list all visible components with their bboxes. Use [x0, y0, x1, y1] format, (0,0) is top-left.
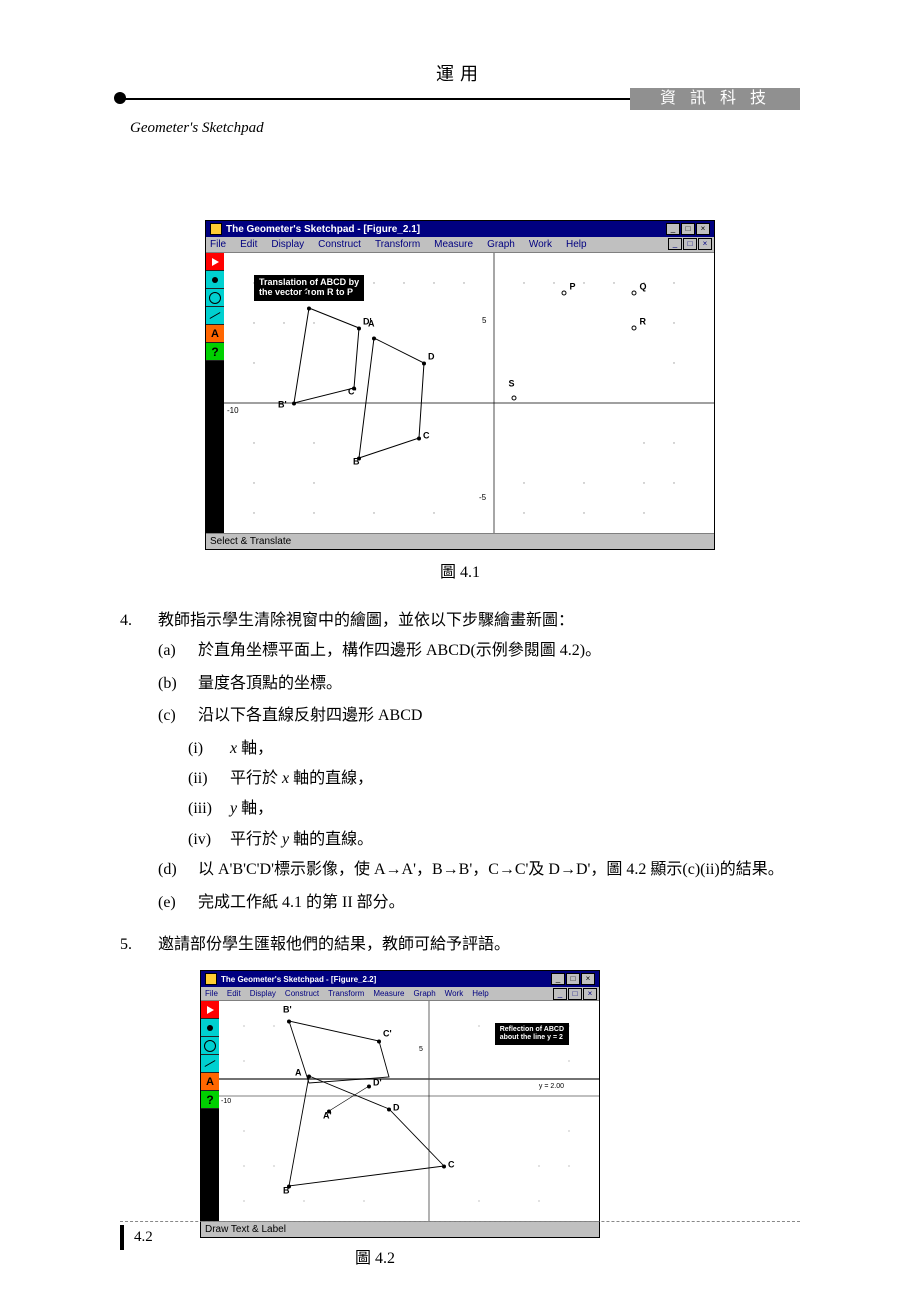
- tick-ypos-2: 5: [419, 1046, 423, 1053]
- point-tool-icon: [201, 1019, 219, 1037]
- point-Cprime: C': [352, 383, 356, 394]
- page-number: 4.2: [120, 1225, 170, 1250]
- menu-construct: Construct: [318, 239, 361, 250]
- reflection-caption: Reflection of ABCDabout the line y = 2: [495, 1023, 569, 1044]
- step-5-text: 邀請部份學生匯報他們的結果，教師可給予評語。: [158, 930, 800, 960]
- point-Cprime-2: C': [377, 1037, 381, 1046]
- point-Bprime: B': [292, 398, 296, 409]
- step-4c: 沿以下各直線反射四邊形 ABCD: [198, 701, 800, 731]
- point-P: P: [562, 288, 567, 299]
- step-4c-ii: 平行於 x 軸的直線，: [230, 764, 800, 794]
- point-Bprime-2: B': [287, 1017, 291, 1026]
- figure-4-1-caption: 圖 4.1: [120, 558, 800, 582]
- statusbar: Select & Translate: [206, 533, 714, 549]
- text-tool-icon: A: [206, 325, 224, 343]
- figure-4-2-screenshot: The Geometer's Sketchpad - [Figure_2.2] …: [200, 970, 600, 1238]
- point-B-2: B: [287, 1182, 291, 1191]
- header-bullet-icon: [114, 92, 126, 104]
- step-4e: 完成工作紙 4.1 的第 II 部分。: [198, 888, 800, 918]
- help-tool-icon: ?: [201, 1091, 219, 1109]
- mdi-min-icon: _: [668, 238, 682, 250]
- tick-xneg-2: -10: [221, 1098, 231, 1105]
- step-4d: 以 A'B'C'D'標示影像，使 A→A'，B→B'，C→C'及 D→D'，圖 …: [198, 855, 800, 885]
- header-title: 運用: [436, 60, 484, 86]
- sysmenu-icon-2: [205, 973, 217, 985]
- statusbar-2: Draw Text & Label: [201, 1221, 599, 1237]
- point-R: R: [632, 323, 637, 334]
- line-tool-icon: [206, 307, 224, 325]
- menu-help: Help: [566, 239, 587, 250]
- step-4a: 於直角坐標平面上，構作四邊形 ABCD(示例參閱圖 4.2)。: [198, 636, 800, 666]
- tick-ypos: 5: [482, 316, 486, 325]
- mdi-max-icon: □: [683, 238, 697, 250]
- step-5-number: 5.: [120, 930, 158, 960]
- step-4c-iii: y 軸，: [230, 794, 800, 824]
- step-4-number: 4.: [120, 606, 158, 920]
- circle-tool-icon: [206, 289, 224, 307]
- figure-4-1-screenshot: The Geometer's Sketchpad - [Figure_2.1] …: [205, 220, 715, 550]
- window-titlebar: The Geometer's Sketchpad - [Figure_2.1] …: [206, 221, 714, 237]
- circle-tool-icon: [201, 1037, 219, 1055]
- header-badge: 資訊科技: [630, 88, 800, 110]
- step-5: 5. 邀請部份學生匯報他們的結果，教師可給予評語。: [120, 930, 800, 960]
- window-title: The Geometer's Sketchpad - [Figure_2.1]: [226, 224, 662, 235]
- point-Aprime-2: A': [327, 1107, 331, 1116]
- help-tool-icon: ?: [206, 343, 224, 361]
- point-B: B: [357, 453, 361, 464]
- window-title-2: The Geometer's Sketchpad - [Figure_2.2]: [221, 975, 547, 984]
- window-controls: _□×: [666, 223, 710, 235]
- tool-palette-2: A ?: [201, 1001, 219, 1221]
- point-C: C: [417, 433, 421, 444]
- page-header: 運用 資訊科技 Geometer's Sketchpad: [0, 0, 920, 130]
- point-A: A: [372, 333, 376, 344]
- point-C-2: C: [442, 1162, 446, 1171]
- point-Dprime: D': [357, 323, 361, 334]
- close-icon: ×: [696, 223, 710, 235]
- y-value-label: y = 2.00: [539, 1083, 564, 1090]
- tool-palette: A ?: [206, 253, 224, 533]
- tick-yneg: -5: [479, 493, 486, 502]
- menu-graph: Graph: [487, 239, 515, 250]
- menu-display: Display: [271, 239, 304, 250]
- sysmenu-icon: [210, 223, 222, 235]
- header-subtitle: Geometer's Sketchpad: [130, 120, 264, 137]
- point-tool-icon: [206, 271, 224, 289]
- point-D-2: D: [387, 1105, 391, 1114]
- point-D: D: [422, 358, 426, 369]
- mdi-close-icon: ×: [698, 238, 712, 250]
- step-4c-i: x 軸，: [230, 734, 800, 764]
- maximize-icon: □: [681, 223, 695, 235]
- menu-file: File: [210, 239, 226, 250]
- point-Q: Q: [632, 288, 637, 299]
- minimize-icon: _: [551, 973, 565, 985]
- menu-edit: Edit: [240, 239, 257, 250]
- point-A-2: A: [307, 1072, 311, 1081]
- text-tool-icon: A: [201, 1073, 219, 1091]
- footer-rule: [120, 1221, 800, 1222]
- point-Dprime-2: D': [367, 1082, 371, 1091]
- step-4-intro: 教師指示學生清除視窗中的繪圖，並依以下步驟繪畫新圖：: [158, 606, 800, 636]
- menubar: File Edit Display Construct Transform Me…: [206, 237, 714, 253]
- step-4c-iv: 平行於 y 軸的直線。: [230, 825, 800, 855]
- selection-tool-icon: [206, 253, 224, 271]
- menu-work: Work: [529, 239, 552, 250]
- tick-xneg: -10: [227, 406, 239, 415]
- minimize-icon: _: [666, 223, 680, 235]
- menubar-2: FileEditDisplayConstructTransformMeasure…: [201, 987, 599, 1001]
- canvas-2: Reflection of ABCDabout the line y = 2 y…: [219, 1001, 599, 1221]
- menu-transform: Transform: [375, 239, 420, 250]
- window-titlebar-2: The Geometer's Sketchpad - [Figure_2.2] …: [201, 971, 599, 987]
- step-4: 4. 教師指示學生清除視窗中的繪圖，並依以下步驟繪畫新圖： (a)於直角坐標平面…: [120, 606, 800, 920]
- canvas: Translation of ABCD by the vector from R…: [224, 253, 714, 533]
- line-tool-icon: [201, 1055, 219, 1073]
- point-Aprime: A': [307, 303, 311, 314]
- point-S: S: [512, 393, 517, 404]
- maximize-icon: □: [566, 973, 580, 985]
- selection-tool-icon: [201, 1001, 219, 1019]
- step-4b: 量度各頂點的坐標。: [198, 669, 800, 699]
- close-icon: ×: [581, 973, 595, 985]
- menu-measure: Measure: [434, 239, 473, 250]
